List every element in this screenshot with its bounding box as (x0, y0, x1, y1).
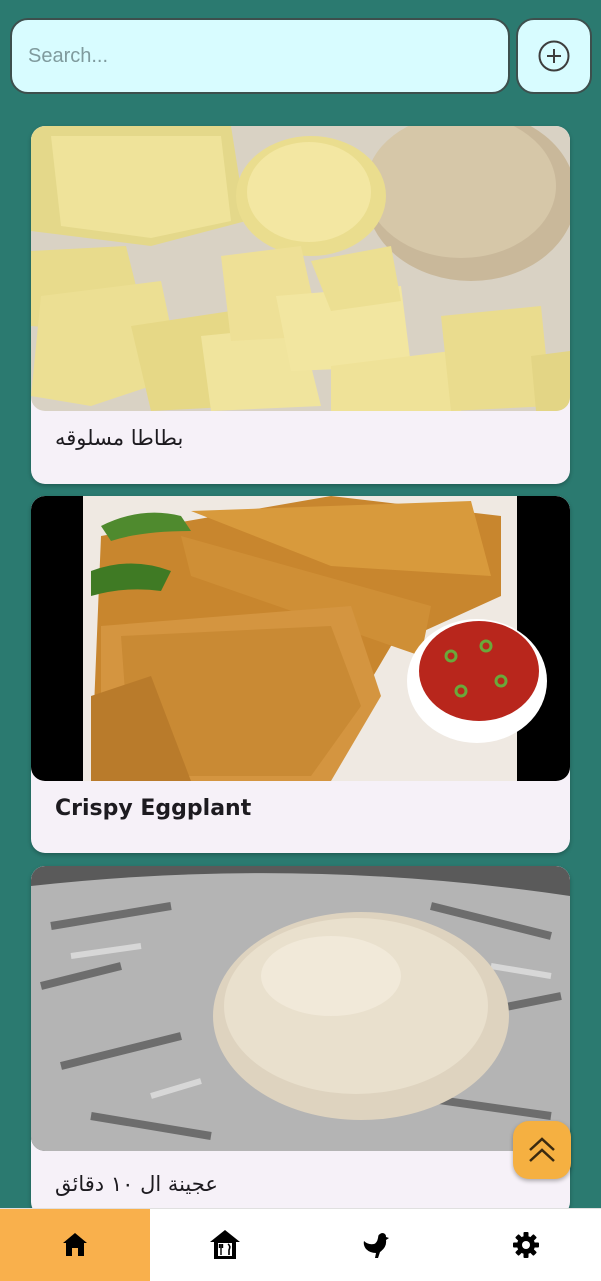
recipe-title: بطاطا مسلوقه (55, 426, 184, 450)
gear-icon (512, 1232, 539, 1258)
recipe-card[interactable]: Crispy Eggplant (31, 496, 570, 853)
search-input[interactable] (26, 43, 508, 69)
recipe-card[interactable]: بطاطا مسلوقه (31, 126, 570, 484)
search-bar[interactable] (10, 18, 510, 94)
nav-item-restaurant[interactable] (150, 1209, 300, 1281)
bottom-nav (0, 1208, 601, 1281)
home-icon (63, 1233, 88, 1256)
add-button[interactable] (516, 18, 592, 94)
nav-item-settings[interactable] (451, 1209, 601, 1281)
house-restaurant-icon (210, 1230, 241, 1259)
double-chevron-up-icon (529, 1137, 555, 1162)
recipe-card[interactable]: عجينة ال ١٠ دقائق (31, 866, 570, 1216)
recipe-title: عجينة ال ١٠ دقائق (55, 1172, 218, 1196)
scroll-top-button[interactable] (513, 1121, 571, 1179)
chicken-icon (363, 1233, 389, 1258)
nav-item-home[interactable] (0, 1209, 151, 1281)
recipe-title: Crispy Eggplant (55, 796, 252, 821)
recipe-image (31, 866, 570, 1151)
recipe-image (31, 496, 570, 781)
recipe-image (31, 126, 570, 411)
add-circle-icon (538, 40, 570, 72)
nav-item-chicken[interactable] (301, 1209, 451, 1281)
